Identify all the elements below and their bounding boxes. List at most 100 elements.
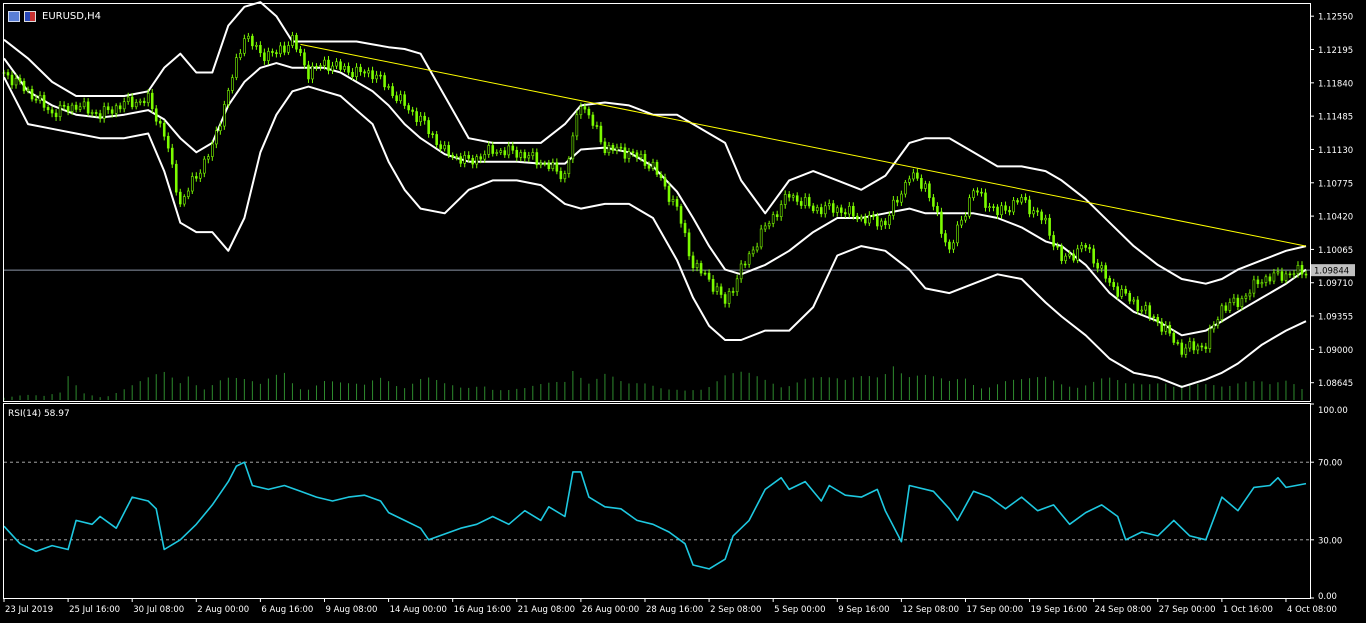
- candle-body-down: [1096, 262, 1099, 269]
- candle-body-up: [1216, 319, 1220, 326]
- candle-body-up: [972, 190, 975, 199]
- chart-window-icon[interactable]: [8, 10, 20, 22]
- candle-body-down: [194, 176, 198, 179]
- candle-body-down: [1028, 199, 1031, 215]
- candle-body-up: [186, 190, 190, 197]
- chart-canvas[interactable]: RSI(14) 58.97 1.12550 1.12195 1.11840 1.114…: [0, 0, 1366, 623]
- candle-body-down: [547, 162, 551, 169]
- candle-body-up: [267, 51, 270, 61]
- candle-body-up: [1208, 328, 1212, 349]
- candle-body-up: [755, 246, 759, 251]
- candle-body-up: [243, 38, 246, 54]
- candle-body-down: [1156, 317, 1160, 323]
- candle-body-up: [58, 104, 62, 118]
- candle-body-down: [1180, 342, 1184, 355]
- candle-body-down: [1136, 299, 1140, 311]
- rsi-axis-label: 100.00: [1318, 406, 1348, 416]
- candle-body-down: [74, 104, 78, 110]
- candle-body-down: [1236, 297, 1240, 307]
- candle-body-down: [18, 78, 22, 82]
- candle-body-down: [839, 207, 843, 213]
- candle-body-down: [683, 223, 687, 234]
- candle-body-down: [619, 146, 623, 149]
- candle-body-down: [351, 72, 354, 77]
- candle-body-down: [1036, 210, 1039, 213]
- candle-body-down: [174, 163, 178, 193]
- candle-body-up: [367, 70, 370, 74]
- candle-body-up: [1240, 298, 1244, 307]
- candle-body-down: [775, 214, 779, 217]
- candle-body-down: [1148, 305, 1152, 318]
- candle-body-up: [279, 45, 282, 55]
- price-axis-label: 1.09000: [1318, 346, 1353, 356]
- candle-body-up: [695, 263, 699, 269]
- candle-body-up: [1132, 299, 1136, 302]
- candle-body-down: [299, 48, 302, 54]
- candle-body-down: [1112, 282, 1115, 287]
- candle-body-down: [611, 145, 615, 151]
- candle-body-up: [964, 215, 967, 221]
- candle-body-up: [1272, 272, 1276, 282]
- candle-body-down: [884, 220, 887, 226]
- candle-body-down: [1300, 265, 1304, 275]
- candle-body-up: [331, 65, 334, 71]
- candle-body-up: [888, 215, 891, 226]
- candle-body-down: [259, 45, 262, 54]
- candle-body-up: [763, 225, 767, 230]
- candle-body-up: [419, 115, 422, 122]
- candle-body-down: [411, 109, 414, 112]
- time-axis-label: 26 Aug 00:00: [582, 605, 639, 615]
- candle-body-down: [1168, 325, 1172, 334]
- candle-body-up: [355, 66, 358, 77]
- candle-body-up: [199, 172, 202, 179]
- candle-body-up: [487, 145, 491, 155]
- candle-body-up: [335, 61, 338, 67]
- candle-body-up: [323, 59, 326, 66]
- candle-body-down: [932, 197, 935, 207]
- candle-body-down: [130, 96, 134, 108]
- candle-body-down: [30, 89, 34, 100]
- candle-body-up: [1244, 295, 1248, 299]
- candle-body-up: [375, 74, 378, 80]
- candle-body-up: [960, 219, 963, 226]
- candle-body-down: [1084, 245, 1087, 248]
- candle-body-down: [271, 51, 274, 53]
- candle-body-down: [363, 71, 366, 74]
- candle-body-down: [34, 98, 38, 101]
- candle-body-up: [1248, 292, 1252, 297]
- candle-body-down: [54, 112, 58, 118]
- candle-body-up: [134, 102, 138, 108]
- candle-body-up: [868, 214, 871, 224]
- candle-body-down: [66, 106, 70, 112]
- candle-body-up: [988, 206, 991, 208]
- candle-body-down: [283, 45, 286, 53]
- candle-body-up: [563, 173, 567, 180]
- candle-body-down: [435, 134, 438, 145]
- candle-body-up: [579, 106, 583, 116]
- candle-body-down: [511, 145, 515, 151]
- candle-body-up: [1220, 305, 1224, 320]
- candle-body-up: [1184, 347, 1188, 355]
- candle-body-up: [715, 286, 719, 292]
- candle-body-down: [976, 190, 979, 193]
- time-axis-label: 5 Sep 00:00: [774, 605, 825, 615]
- candle-body-down: [1092, 248, 1095, 264]
- candle-body-down: [1004, 205, 1007, 211]
- candle-body-down: [439, 144, 442, 150]
- candle-body-down: [643, 153, 647, 166]
- candle-body-up: [1032, 210, 1035, 215]
- candle-body-up: [255, 45, 258, 47]
- price-axis-label: 1.10065: [1318, 246, 1353, 256]
- candle-body-up: [1188, 341, 1192, 349]
- candle-body-down: [843, 212, 847, 215]
- candle-body-down: [447, 145, 450, 156]
- candle-body-down: [503, 150, 507, 156]
- candle-body-down: [635, 152, 639, 159]
- candle-body-up: [287, 45, 290, 53]
- candle-body-up: [759, 228, 763, 248]
- candle-body-down: [327, 59, 330, 71]
- candle-body-down: [515, 149, 519, 158]
- candle-body-down: [391, 86, 394, 96]
- candle-body-up: [1212, 324, 1216, 330]
- candle-body-down: [6, 72, 10, 76]
